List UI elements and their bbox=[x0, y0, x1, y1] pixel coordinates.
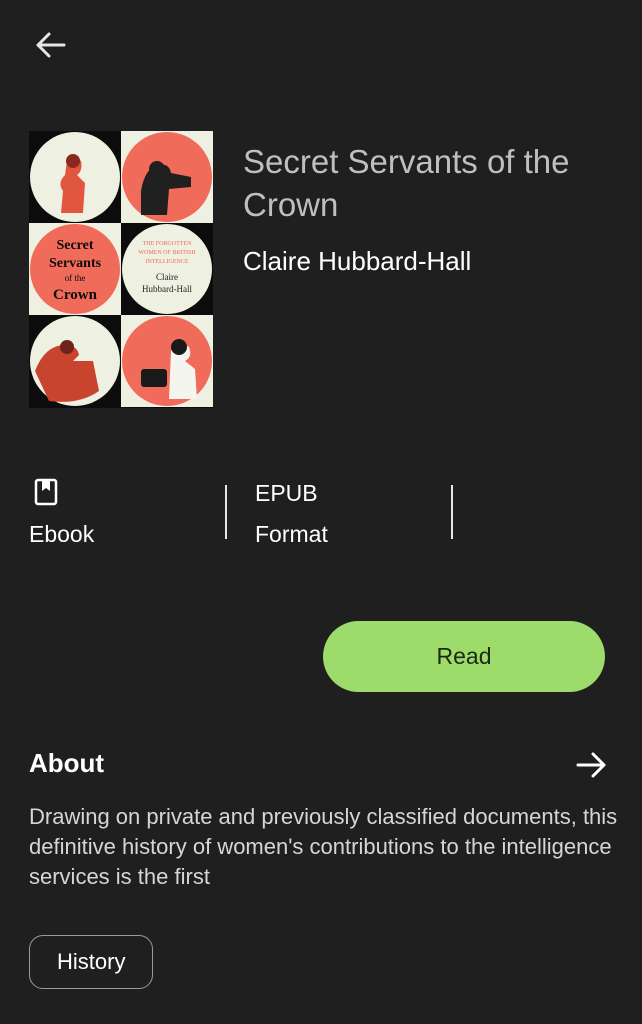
arrow-right-icon bbox=[576, 752, 606, 778]
cover-subtitle-line: WOMEN OF BRITISH bbox=[138, 250, 196, 256]
book-cover[interactable]: Secret Servants of the Crown THE FORGOTT… bbox=[29, 131, 213, 408]
read-button[interactable]: Read bbox=[323, 621, 605, 692]
cover-title-line: Secret bbox=[56, 238, 93, 253]
stats-divider bbox=[451, 485, 453, 539]
book-author[interactable]: Claire Hubbard-Hall bbox=[243, 246, 471, 277]
cover-author-line: Claire bbox=[156, 272, 178, 282]
stat-format-value: EPUB bbox=[255, 480, 318, 506]
cover-subtitle-line: INTELLIGENCE bbox=[146, 259, 189, 265]
book-title: Secret Servants of the Crown bbox=[243, 143, 570, 223]
cover-subtitle-line: THE FORGOTTEN bbox=[143, 241, 192, 247]
book-bookmark-icon bbox=[34, 478, 58, 511]
book-cover-art: Secret Servants of the Crown THE FORGOTT… bbox=[29, 131, 213, 408]
stats-divider bbox=[225, 485, 227, 539]
cover-author-line: Hubbard-Hall bbox=[142, 284, 192, 294]
stat-format-label: Format bbox=[255, 521, 328, 547]
back-button[interactable] bbox=[30, 26, 70, 66]
cover-title-line: of the bbox=[65, 273, 86, 283]
about-expand-button[interactable] bbox=[575, 748, 609, 782]
arrow-left-icon bbox=[36, 32, 66, 58]
tag-chip-history[interactable]: History bbox=[29, 935, 154, 989]
about-heading: About bbox=[29, 748, 105, 778]
cover-title-line: Crown bbox=[53, 287, 98, 303]
stat-ebook-label: Ebook bbox=[29, 521, 95, 547]
about-description: Drawing on private and previously classi… bbox=[29, 804, 618, 889]
cover-title-line: Servants bbox=[49, 256, 102, 271]
